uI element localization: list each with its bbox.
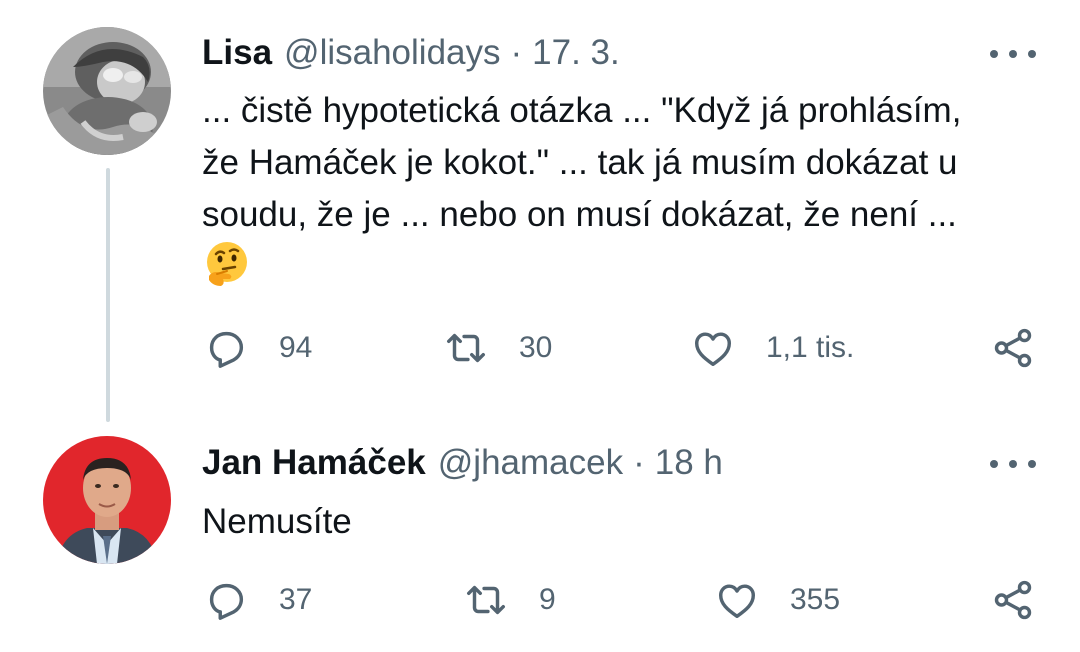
share-icon (994, 328, 1032, 368)
header-separator: · (510, 33, 523, 72)
tweet-text-line: Nemusíte (202, 502, 352, 541)
avatar-lisa-image (43, 27, 171, 155)
retweet-count: 30 (519, 331, 553, 364)
retweet-icon (447, 333, 485, 363)
more-options-button[interactable] (990, 457, 1036, 471)
avatar-jan-hamacek[interactable] (43, 436, 171, 564)
tweet-text: ... čistě hypotetická otázka ... "Když j… (202, 85, 1042, 241)
tweet-header: Lisa @lisaholidays · 17. 3. (202, 33, 620, 73)
retweet-button[interactable]: 9 (463, 577, 556, 623)
author-name[interactable]: Lisa (202, 33, 272, 73)
reply-button[interactable]: 94 (203, 325, 312, 371)
tweet-text-line: že Hamáček je kokot." ... tak já musím d… (202, 143, 958, 182)
avatar-lisa[interactable] (43, 27, 171, 155)
like-count: 1,1 tis. (766, 331, 855, 364)
reply-count: 94 (279, 331, 313, 364)
more-options-button[interactable] (990, 47, 1036, 61)
heart-icon (694, 332, 732, 367)
tweet-actions: 37 9 355 (0, 577, 1080, 627)
tweet-jan-hamacek[interactable]: Jan Hamáček @jhamacek · 18 h Nemusíte 37… (0, 420, 1080, 652)
retweet-icon (467, 585, 505, 615)
more-dot-icon (1028, 460, 1036, 468)
reply-icon (209, 331, 244, 368)
reply-count: 37 (279, 583, 313, 616)
tweet-timestamp[interactable]: 17. 3. (532, 33, 620, 73)
tweet-timestamp[interactable]: 18 h (655, 443, 723, 483)
author-handle[interactable]: @lisaholidays (284, 33, 500, 73)
retweet-button[interactable]: 30 (443, 325, 552, 371)
like-count: 355 (790, 583, 841, 616)
more-dot-icon (990, 50, 998, 58)
tweet-header: Jan Hamáček @jhamacek · 18 h (202, 443, 723, 483)
share-button[interactable] (990, 577, 1036, 623)
reply-button[interactable]: 37 (203, 577, 312, 623)
reply-icon (209, 583, 244, 620)
author-name[interactable]: Jan Hamáček (202, 443, 426, 483)
avatar-jan-hamacek-image (43, 436, 171, 564)
more-dot-icon (1009, 460, 1017, 468)
more-dot-icon (1009, 50, 1017, 58)
tweet-text-line: ... čistě hypotetická otázka ... "Když j… (202, 91, 962, 130)
thinking-face-icon (203, 240, 251, 288)
tweet-lisa[interactable]: Lisa @lisaholidays · 17. 3. ... čistě hy… (0, 0, 1080, 420)
share-icon (994, 580, 1032, 620)
heart-icon (718, 584, 756, 619)
author-handle[interactable]: @jhamacek (438, 443, 623, 483)
tweet-actions: 94 30 1,1 tis. (0, 325, 1080, 375)
tweet-text-line: soudu, že je ... nebo on musí dokázat, ž… (202, 195, 957, 234)
retweet-count: 9 (539, 583, 556, 616)
like-button[interactable]: 355 (714, 577, 840, 623)
more-dot-icon (990, 460, 998, 468)
header-separator: · (633, 443, 645, 482)
tweet-text: Nemusíte (202, 496, 1042, 548)
more-dot-icon (1028, 50, 1036, 58)
share-button[interactable] (990, 325, 1036, 371)
like-button[interactable]: 1,1 tis. (690, 325, 854, 371)
